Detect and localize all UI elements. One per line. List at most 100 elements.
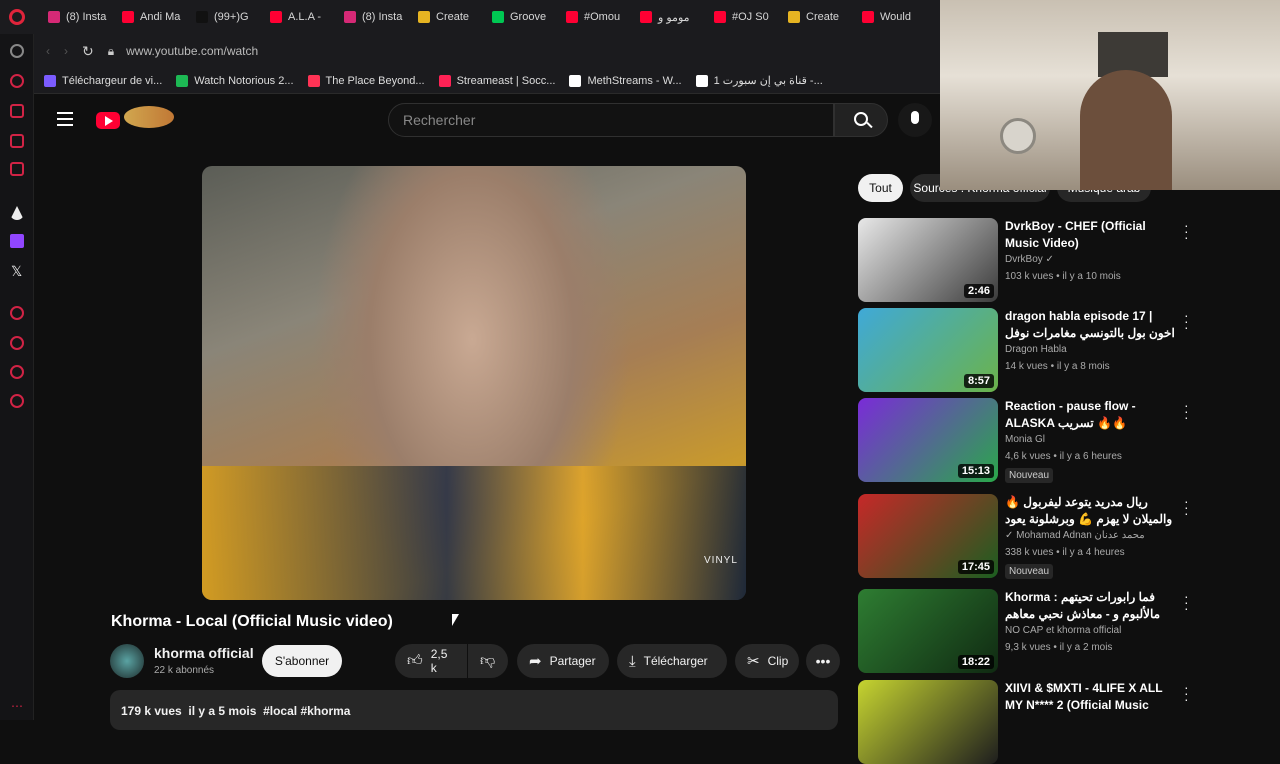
tab-label: (8) Insta [66,11,107,23]
search-button[interactable] [834,103,888,137]
browser-tab[interactable]: Would [854,0,928,34]
recommendation-title[interactable]: dragon habla episode 17 | اخون بول بالتو… [1005,308,1175,342]
recommendation-thumbnail[interactable]: 18:22 [858,589,998,673]
browser-tab[interactable]: Create [410,0,484,34]
reload-icon[interactable]: ↻ [82,43,94,60]
x-icon[interactable]: 𝕏 [11,263,22,280]
recommendation-channel[interactable]: NO CAP et khorma official [1005,625,1121,636]
menu-icon[interactable] [57,112,73,126]
recommendation-thumbnail[interactable]: 8:57 [858,308,998,392]
bookmark-label: Watch Notorious 2... [194,74,294,87]
recommendation-thumbnail[interactable]: 15:13 [858,398,998,482]
clip-button[interactable]: ✂ Clip [735,644,799,678]
extensions-icon[interactable] [10,365,24,379]
browser-tab[interactable]: (8) Insta [336,0,410,34]
bookmark-favicon-icon [438,74,451,87]
thumbs-up-icon: 👍︎ [407,652,423,669]
tab-favicon-icon [196,11,208,23]
refresh-icon[interactable] [10,44,24,58]
subscribe-button[interactable]: S'abonner [262,645,342,677]
download-button[interactable]: ⤓ Télécharger [617,644,727,678]
browser-tab[interactable]: #Omou [558,0,632,34]
recommendation-meta: 9,3 k vues • il y a 2 mois [1005,642,1113,653]
recommendation-item[interactable]: 17:45 ريال مدريد يتوعد ليفربول 🔥 والميلان… [858,494,1198,579]
browser-tab[interactable]: Groove [484,0,558,34]
more-icon[interactable]: ⋯ [11,699,23,713]
dislike-button[interactable]: 👎︎ [468,644,508,678]
tab-label: (99+)G [214,11,249,23]
channel-name[interactable]: khorma official [154,645,254,661]
browser-logo-icon[interactable] [9,9,25,25]
settings-icon[interactable] [10,394,24,408]
recommendation-item[interactable]: 2:46 DvrkBoy - CHEF (Official Music Video… [858,218,1198,302]
new-badge: Nouveau [1005,468,1054,483]
more-vertical-icon[interactable]: · · · [1184,494,1189,520]
recommendation-title[interactable]: DvrkBoy - CHEF (Official Music Video) [1005,218,1175,252]
more-vertical-icon[interactable]: · · · [1184,308,1189,334]
bookmark-item[interactable]: قناة بي إن سبورت 1 -... [695,74,823,87]
description-box[interactable]: 179 k vues il y a 5 mois #local #khorma [110,690,838,730]
recommendation-title[interactable]: Reaction - pause flow - ALASKA تسريب 🔥🔥 [1005,398,1175,432]
sidebar-app-icon[interactable] [10,134,24,148]
sidebar-app-icon[interactable] [10,206,24,220]
recommendation-thumbnail[interactable] [858,680,998,764]
back-icon[interactable]: ‹ [46,44,50,58]
recommendation-channel[interactable]: ✓ Mohamad Adnan محمد عدنان [1005,530,1145,541]
more-vertical-icon[interactable]: · · · [1184,218,1189,244]
tab-favicon-icon [714,11,726,23]
browser-tab[interactable]: (99+)G [188,0,262,34]
browser-tab[interactable]: Andi Ma [114,0,188,34]
chip-all[interactable]: Tout [858,174,903,202]
more-actions-button[interactable]: ••• [806,644,840,678]
youtube-logo-icon[interactable] [96,112,120,129]
recommendation-item[interactable]: 18:22 Khorma : فما رابورات تحيتهم مالألبو… [858,589,1198,673]
voice-search-button[interactable] [898,103,932,137]
sidebar-app-icon[interactable] [10,162,24,176]
tab-favicon-icon [492,11,504,23]
recommendation-thumbnail[interactable]: 2:46 [858,218,998,302]
share-button[interactable]: ➦ Partager [517,644,609,678]
bookmark-item[interactable]: MethStreams - W... [569,74,682,87]
sidebar-app-icon[interactable] [10,104,24,118]
recommendation-title[interactable]: XIIVI & $MXTI - 4LIFE X ALL MY N**** 2 (… [1005,680,1175,714]
tab-label: Would [880,11,911,23]
like-count: 2,5 k [430,647,448,675]
url-text[interactable]: www.youtube.com/watch [126,44,258,58]
channel-avatar[interactable] [110,644,144,678]
recommendation-meta: 4,6 k vues • il y a 6 heures [1005,451,1122,462]
video-player[interactable]: VINYL [202,166,746,600]
more-vertical-icon[interactable]: · · · [1184,680,1189,706]
recommendation-channel[interactable]: Monia Gl [1005,434,1045,445]
browser-tab[interactable]: #OJ S0 [706,0,780,34]
recommendation-thumbnail[interactable]: 17:45 [858,494,998,578]
browser-tab[interactable]: (8) Insta [40,0,114,34]
duration-badge: 8:57 [963,374,994,388]
tab-label: Groove [510,11,547,23]
more-vertical-icon[interactable]: · · · [1184,589,1189,615]
recommendation-channel[interactable]: DvrkBoy ✓ [1005,254,1054,265]
twitch-icon[interactable] [10,234,24,248]
recommendation-title[interactable]: Khorma : فما رابورات تحيتهم مالألبوم و -… [1005,589,1175,623]
bookmark-item[interactable]: Watch Notorious 2... [176,74,294,87]
recommendation-item[interactable]: 15:13 Reaction - pause flow - ALASKA تسري… [858,398,1198,483]
search-input[interactable]: Rechercher [388,103,834,137]
sidebar-app-icon[interactable] [10,74,24,88]
browser-tab[interactable]: A.L.A - [262,0,336,34]
browser-tab[interactable]: Create [780,0,854,34]
tab-label: #OJ S0 [732,11,769,23]
like-button[interactable]: 👍︎ 2,5 k [395,644,467,678]
more-vertical-icon[interactable]: · · · [1184,398,1189,424]
forward-icon[interactable]: › [64,44,68,58]
recommendation-title[interactable]: ريال مدريد يتوعد ليفربول 🔥 والميلان لا ي… [1005,494,1175,528]
bookmark-item[interactable]: Streameast | Socc... [438,74,555,87]
recommendation-item[interactable]: XIIVI & $MXTI - 4LIFE X ALL MY N**** 2 (… [858,680,1198,764]
bookmark-item[interactable]: Téléchargeur de vi... [44,74,162,87]
sidebar-app-icon[interactable] [10,306,24,320]
recommendation-item[interactable]: 8:57 dragon habla episode 17 | اخون بول ب… [858,308,1198,392]
bookmark-item[interactable]: The Place Beyond... [307,74,425,87]
recommendation-channel[interactable]: Dragon Habla [1005,344,1067,355]
address-bar: ‹ › ↻ 🔒︎ www.youtube.com/watch [34,34,940,68]
duration-badge: 18:22 [957,655,994,669]
history-icon[interactable] [10,336,24,350]
browser-tab[interactable]: مومو و [632,0,706,34]
